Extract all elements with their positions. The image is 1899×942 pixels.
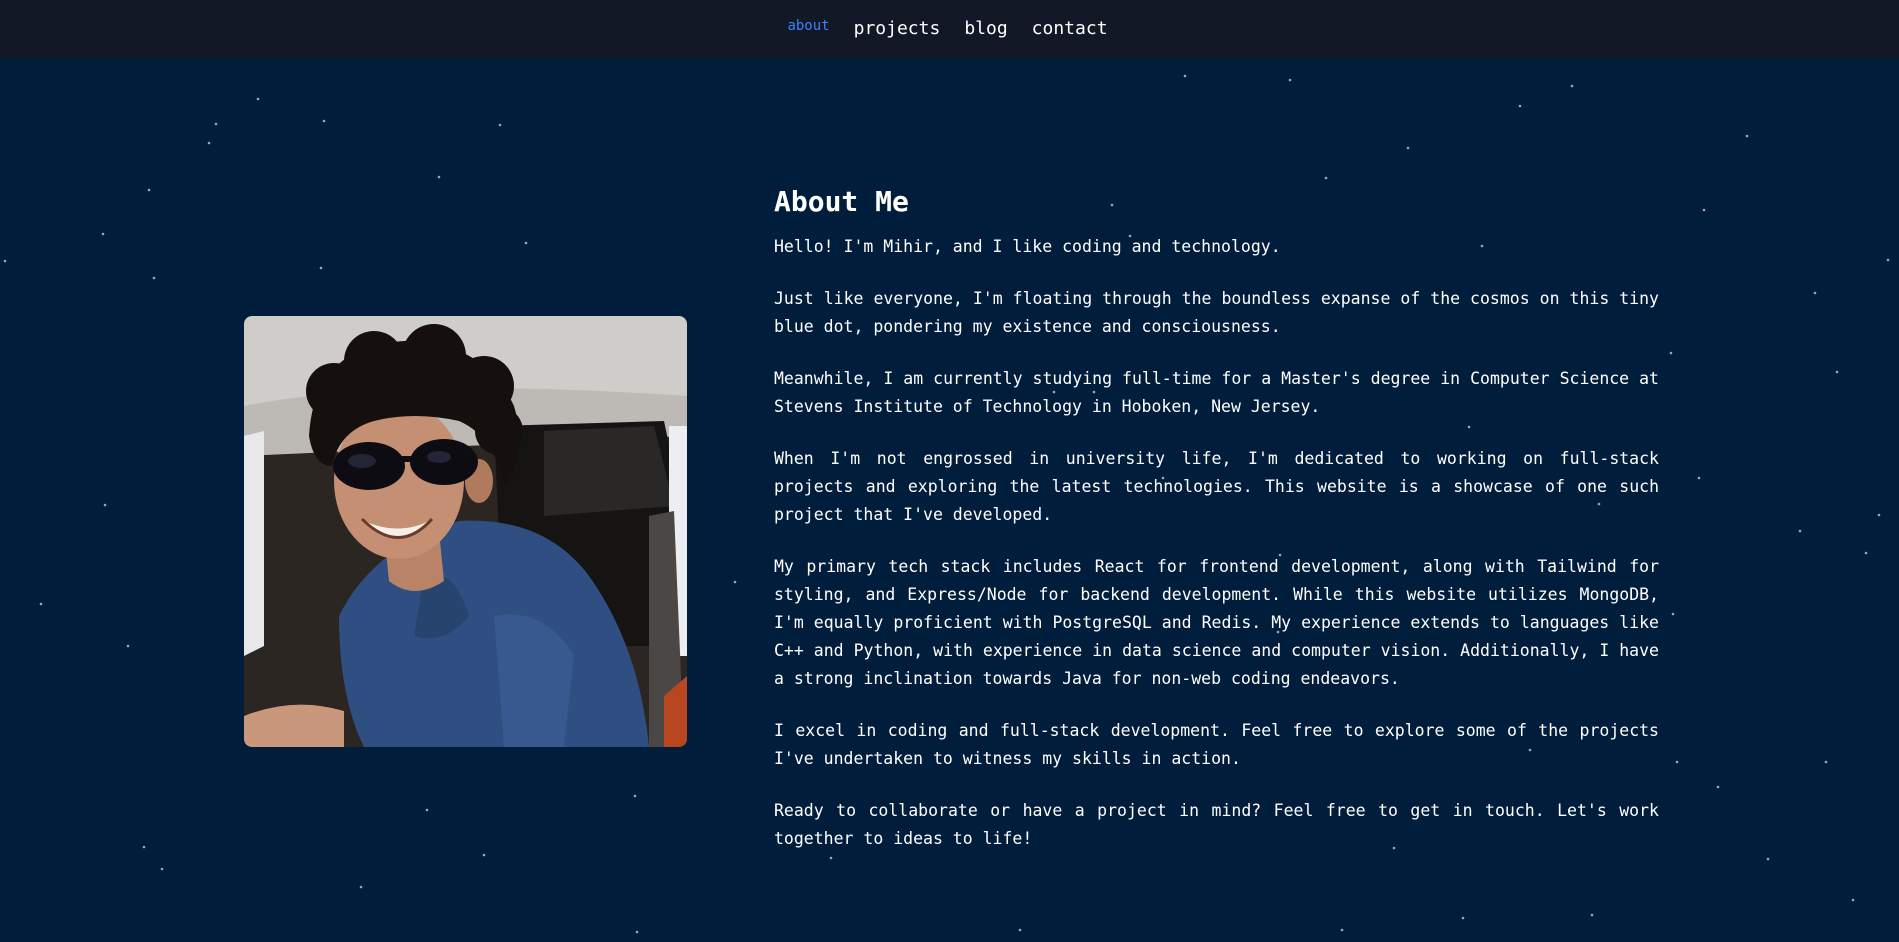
about-paragraph-projects: When I'm not engrossed in university lif… bbox=[774, 449, 1659, 524]
profile-photo bbox=[244, 316, 687, 747]
about-section: About Me Hello! I'm Mihir, and I like co… bbox=[774, 183, 1659, 877]
main-nav: about projects blog contact bbox=[0, 0, 1899, 58]
about-paragraph-education: Meanwhile, I am currently studying full-… bbox=[774, 369, 1659, 416]
about-paragraph-contact: Ready to collaborate or have a project i… bbox=[774, 801, 1659, 848]
page-title: About Me bbox=[774, 185, 909, 218]
nav-link-contact[interactable]: contact bbox=[1032, 18, 1108, 40]
nav-link-about[interactable]: about bbox=[787, 17, 829, 40]
about-paragraph-intro: Hello! I'm Mihir, and I like coding and … bbox=[774, 237, 1281, 256]
about-paragraph-tech-stack: My primary tech stack includes React for… bbox=[774, 557, 1659, 688]
about-paragraph-cosmos: Just like everyone, I'm floating through… bbox=[774, 289, 1659, 336]
about-paragraph-skills: I excel in coding and full-stack develop… bbox=[774, 721, 1659, 768]
nav-link-projects[interactable]: projects bbox=[854, 18, 941, 40]
nav-link-blog[interactable]: blog bbox=[964, 18, 1007, 40]
